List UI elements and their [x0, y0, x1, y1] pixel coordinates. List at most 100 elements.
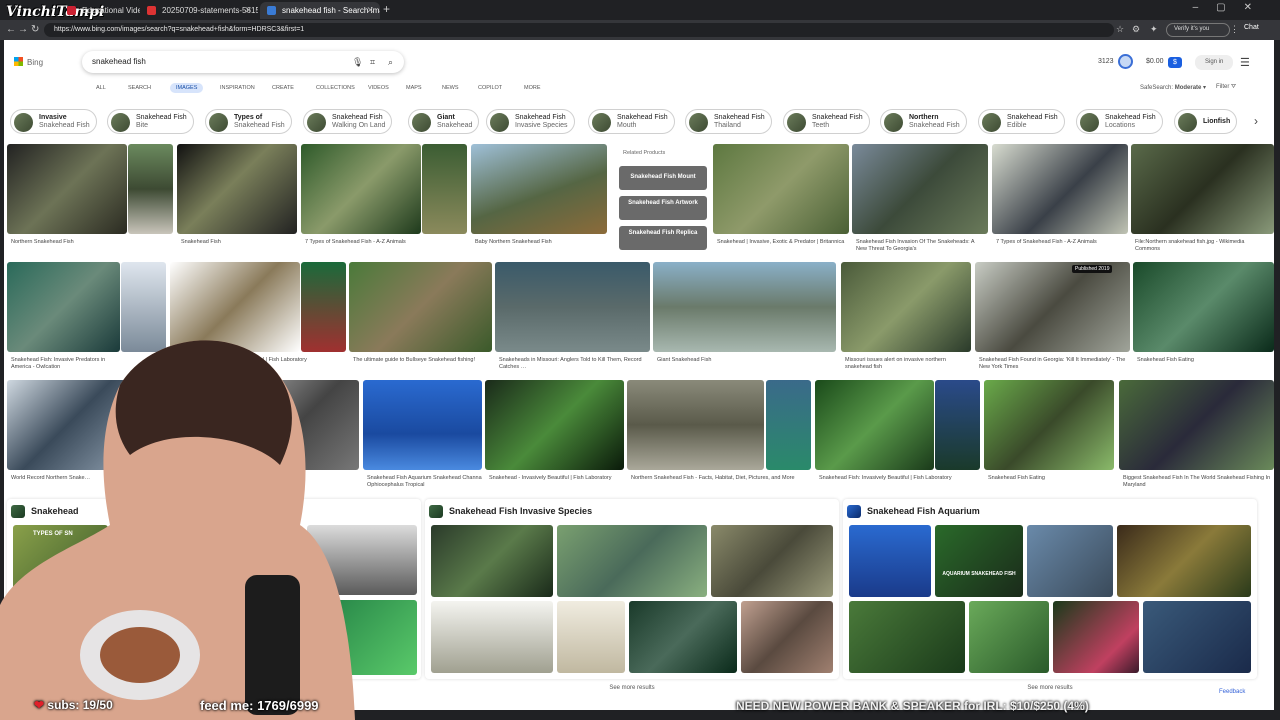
related-pill[interactable]: Snakehead Fish Walking On Land — [303, 109, 393, 134]
image-result[interactable] — [1119, 380, 1274, 470]
image-result[interactable] — [349, 262, 492, 352]
image-result[interactable] — [992, 144, 1128, 234]
back-icon[interactable]: ← — [6, 24, 16, 35]
image-result[interactable] — [627, 380, 764, 470]
chat-button[interactable]: Chat — [1244, 24, 1259, 31]
collection-title[interactable]: Snakehead Fish Aquarium — [867, 506, 980, 516]
image-caption[interactable]: Giant Snakehead Fish — [657, 357, 832, 364]
collection-image[interactable] — [629, 601, 737, 673]
related-pill[interactable]: Snakehead Fish Invasive Species — [486, 109, 575, 134]
image-result[interactable] — [177, 144, 297, 234]
collection-image[interactable] — [969, 601, 1049, 673]
verify-profile-button[interactable]: Verify it's you — [1166, 23, 1231, 37]
related-pill[interactable]: Snakehead Fish Thailand — [685, 109, 772, 134]
related-product-button[interactable]: Snakehead Fish Artwork — [619, 196, 707, 220]
scope-images[interactable]: IMAGES — [170, 83, 204, 93]
safesearch-control[interactable]: SafeSearch: Moderate ▾ — [1140, 84, 1206, 91]
image-caption[interactable]: File:Northern snakehead fish.jpg - Wikim… — [1135, 239, 1270, 253]
collection-image[interactable] — [1053, 601, 1139, 673]
image-caption[interactable]: Baby Northern Snakehead Fish — [475, 239, 605, 246]
image-caption[interactable]: The ultimate guide to Bullseye Snakehead… — [353, 357, 488, 364]
visual-search-icon[interactable]: ⌗ — [370, 57, 375, 68]
new-tab-icon[interactable]: + — [383, 2, 390, 16]
image-caption[interactable]: Snakehead Fish Aquarium Snakehead Channa… — [367, 475, 482, 489]
image-caption[interactable]: Snakehead Fish Eating — [1137, 357, 1272, 364]
collection-image[interactable] — [431, 601, 553, 673]
image-result[interactable] — [766, 380, 811, 470]
tab-statements-pdf[interactable]: 20250709-statements-5615-.pdf ✕ — [140, 2, 258, 19]
related-pill[interactable]: Snakehead Fish Teeth — [783, 109, 870, 134]
scope-videos[interactable]: VIDEOS — [362, 83, 395, 93]
balance-value[interactable]: $0.00 — [1146, 58, 1164, 65]
image-result[interactable] — [301, 144, 421, 234]
image-caption[interactable]: Snakehead Fish — [181, 239, 296, 246]
scope-search[interactable]: SEARCH — [122, 83, 157, 93]
image-result[interactable] — [713, 144, 849, 234]
collection-image[interactable] — [557, 525, 707, 597]
sign-in-button[interactable]: Sign in — [1195, 55, 1234, 70]
bing-logo[interactable]: Bing — [14, 57, 43, 67]
collection-title[interactable]: Snakehead Fish Invasive Species — [449, 506, 592, 516]
related-pill[interactable]: Invasive Snakehead Fish — [10, 109, 97, 134]
related-pill[interactable]: Snakehead Fish Locations — [1076, 109, 1163, 134]
image-caption[interactable]: Northern Snakehead Fish - Facts, Habitat… — [631, 475, 811, 482]
scope-all[interactable]: ALL — [90, 83, 112, 93]
image-result[interactable] — [128, 144, 173, 234]
collection-image[interactable] — [741, 601, 833, 673]
image-result[interactable] — [815, 380, 934, 470]
image-result[interactable] — [1133, 262, 1274, 352]
dollar-icon[interactable]: $ — [1168, 57, 1182, 68]
search-input[interactable]: snakehead fish — [92, 57, 146, 66]
image-result[interactable] — [1131, 144, 1274, 234]
collection-image[interactable] — [1027, 525, 1113, 597]
window-controls[interactable]: –▢✕ — [1193, 2, 1270, 13]
image-caption[interactable]: Snakehead Fish Invasion Of The Snakehead… — [856, 239, 986, 253]
image-caption[interactable]: Snakehead Fish: Invasively Beautiful | F… — [819, 475, 979, 482]
image-caption[interactable]: Biggest Snakehead Fish In The World Snak… — [1123, 475, 1273, 489]
image-caption[interactable]: 7 Types of Snakehead Fish - A-Z Animals — [996, 239, 1126, 246]
safesearch-value[interactable]: Moderate — [1175, 85, 1202, 91]
extension-icon[interactable]: ⚙ — [1132, 24, 1140, 35]
related-pill[interactable]: Types of Snakehead Fish — [205, 109, 292, 134]
collection-image[interactable] — [431, 525, 553, 597]
image-result[interactable] — [975, 262, 1130, 352]
image-caption[interactable]: Snakehead | Invasive, Exotic & Predator … — [717, 239, 847, 246]
scope-more[interactable]: MORE — [518, 83, 547, 93]
feedback-button[interactable]: Feedback — [1219, 689, 1245, 695]
extensions-puzzle-icon[interactable]: ✦ — [1150, 24, 1158, 35]
tab-educational-video[interactable]: Educational Video Questions and … — [60, 2, 140, 19]
scope-news[interactable]: NEWS — [436, 83, 465, 93]
image-result[interactable] — [841, 262, 971, 352]
related-pill[interactable]: Snakehead Fish Edible — [978, 109, 1065, 134]
image-caption[interactable]: Northern Snakehead Fish — [11, 239, 126, 246]
filter-button[interactable]: Filter ⛛ — [1216, 84, 1236, 91]
reload-icon[interactable]: ↻ — [31, 24, 39, 35]
image-caption[interactable]: Snakehead Fish Found in Georgia: 'Kill I… — [979, 357, 1129, 371]
related-pill[interactable]: Lionfish — [1174, 109, 1238, 134]
image-result[interactable] — [984, 380, 1114, 470]
search-box[interactable]: snakehead fish 🎙 ⌗ ⌕ — [82, 51, 404, 73]
see-more-results-link[interactable]: See more results — [843, 685, 1257, 691]
hamburger-menu-icon[interactable]: ☰ — [1240, 56, 1250, 69]
collection-image[interactable] — [711, 525, 833, 597]
image-result[interactable] — [363, 380, 482, 470]
rewards-points[interactable]: 3123 — [1098, 58, 1114, 65]
collection-image[interactable] — [849, 525, 931, 597]
image-caption[interactable]: Snakehead - Invasively Beautiful | Fish … — [489, 475, 619, 482]
image-result[interactable] — [935, 380, 980, 470]
forward-icon[interactable]: → — [18, 24, 28, 35]
scope-collections[interactable]: Collections — [310, 83, 361, 93]
image-result[interactable] — [495, 262, 650, 352]
collection-card[interactable]: Snakehead Fish Invasive Species See more… — [425, 499, 839, 691]
url-field[interactable]: https://www.bing.com/images/search?q=sna… — [44, 23, 1114, 37]
image-caption[interactable]: Snakehead Fish Eating — [988, 475, 1108, 482]
image-result[interactable] — [653, 262, 836, 352]
related-pill[interactable]: Giant Snakehead — [408, 109, 480, 134]
see-more-results-link[interactable]: See more results — [425, 685, 839, 691]
search-icon[interactable]: ⌕ — [388, 57, 393, 68]
close-tab-icon[interactable]: ✕ — [244, 5, 252, 16]
image-result[interactable] — [852, 144, 988, 234]
collection-image[interactable]: AQUARIUM SNAKEHEAD FISH — [935, 525, 1023, 597]
collection-card[interactable]: Snakehead Fish Aquarium AQUARIUM SNAKEHE… — [843, 499, 1257, 691]
collection-image[interactable] — [849, 601, 965, 673]
